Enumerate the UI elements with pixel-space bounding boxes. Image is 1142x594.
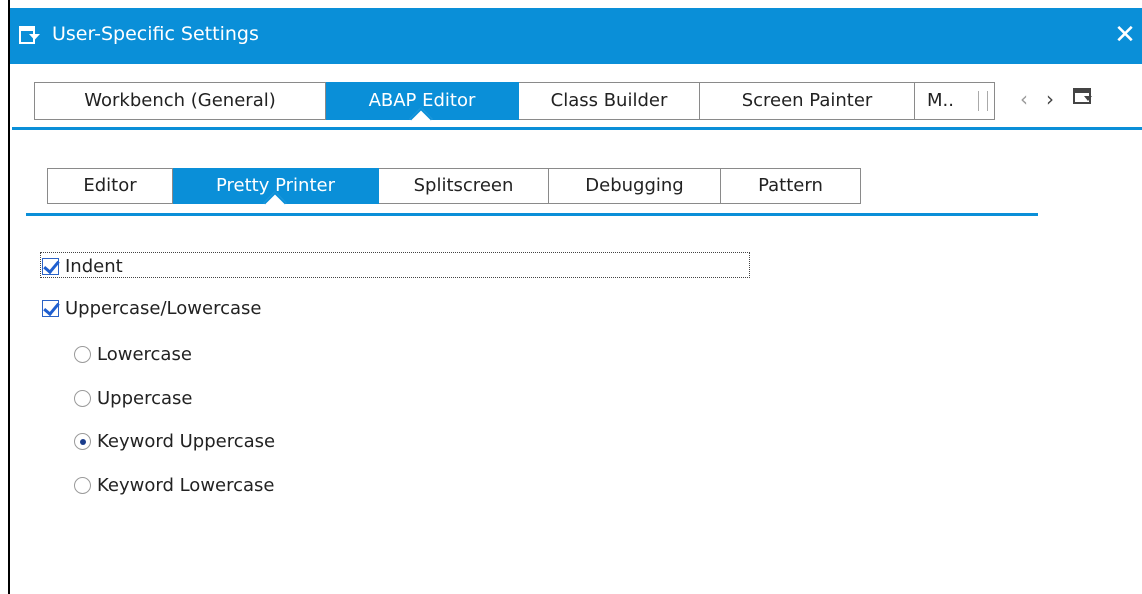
inner-tab-strip: Editor Pretty Printer Splitscreen Debugg… [47,168,861,204]
radio-keyword-lowercase-label: Keyword Lowercase [97,475,275,496]
radio-keyword-lowercase-row[interactable]: Keyword Lowercase [74,475,275,496]
uppercase-lowercase-checkbox[interactable] [42,300,59,317]
outer-tab-strip: Workbench (General) ABAP Editor Class Bu… [34,82,995,120]
radio-keyword-uppercase[interactable] [74,433,91,450]
radio-uppercase[interactable] [74,390,91,407]
tab-screen-painter[interactable]: Screen Painter [700,82,915,120]
case-checkbox-row[interactable]: Uppercase/Lowercase [42,298,261,319]
inner-tab-underline [26,213,1038,216]
tab-debugging[interactable]: Debugging [549,168,721,204]
focus-rectangle [40,252,750,278]
next-tab-icon[interactable]: › [1046,86,1054,112]
tab-pattern[interactable]: Pattern [721,168,861,204]
uppercase-lowercase-label: Uppercase/Lowercase [65,298,262,319]
tab-editor[interactable]: Editor [47,168,173,204]
radio-keyword-uppercase-row[interactable]: Keyword Uppercase [74,431,275,452]
radio-uppercase-label: Uppercase [97,388,193,409]
radio-keyword-lowercase[interactable] [74,477,91,494]
dialog-title: User-Specific Settings [52,23,259,45]
tab-workbench-general[interactable]: Workbench (General) [34,82,326,120]
tab-list-icon[interactable] [1072,86,1094,112]
indent-checkbox[interactable] [42,258,59,275]
tab-navigation: ‹ › [1020,84,1094,114]
radio-lowercase[interactable] [74,346,91,363]
radio-keyword-uppercase-label: Keyword Uppercase [97,431,276,452]
tab-more-label: M.. [927,90,954,111]
previous-tab-icon[interactable]: ‹ [1020,86,1028,112]
indent-checkbox-row[interactable]: Indent [42,256,123,277]
radio-lowercase-label: Lowercase [97,344,192,365]
settings-dialog: User-Specific Settings ✕ Workbench (Gene… [0,0,1142,594]
indent-label: Indent [65,256,123,277]
radio-lowercase-row[interactable]: Lowercase [74,344,192,365]
tab-more-partial[interactable]: M.. [915,82,995,120]
title-bar: User-Specific Settings ✕ [10,8,1142,64]
dialog-icon [19,26,41,44]
outer-tab-underline [12,127,1142,130]
close-button[interactable]: ✕ [1110,18,1140,52]
tab-class-builder[interactable]: Class Builder [519,82,700,120]
tab-overflow-grip-icon [978,91,988,111]
radio-uppercase-row[interactable]: Uppercase [74,388,192,409]
tab-splitscreen[interactable]: Splitscreen [379,168,549,204]
window-border [8,0,10,594]
tab-pretty-printer[interactable]: Pretty Printer [173,168,379,204]
tab-abap-editor[interactable]: ABAP Editor [326,82,519,120]
